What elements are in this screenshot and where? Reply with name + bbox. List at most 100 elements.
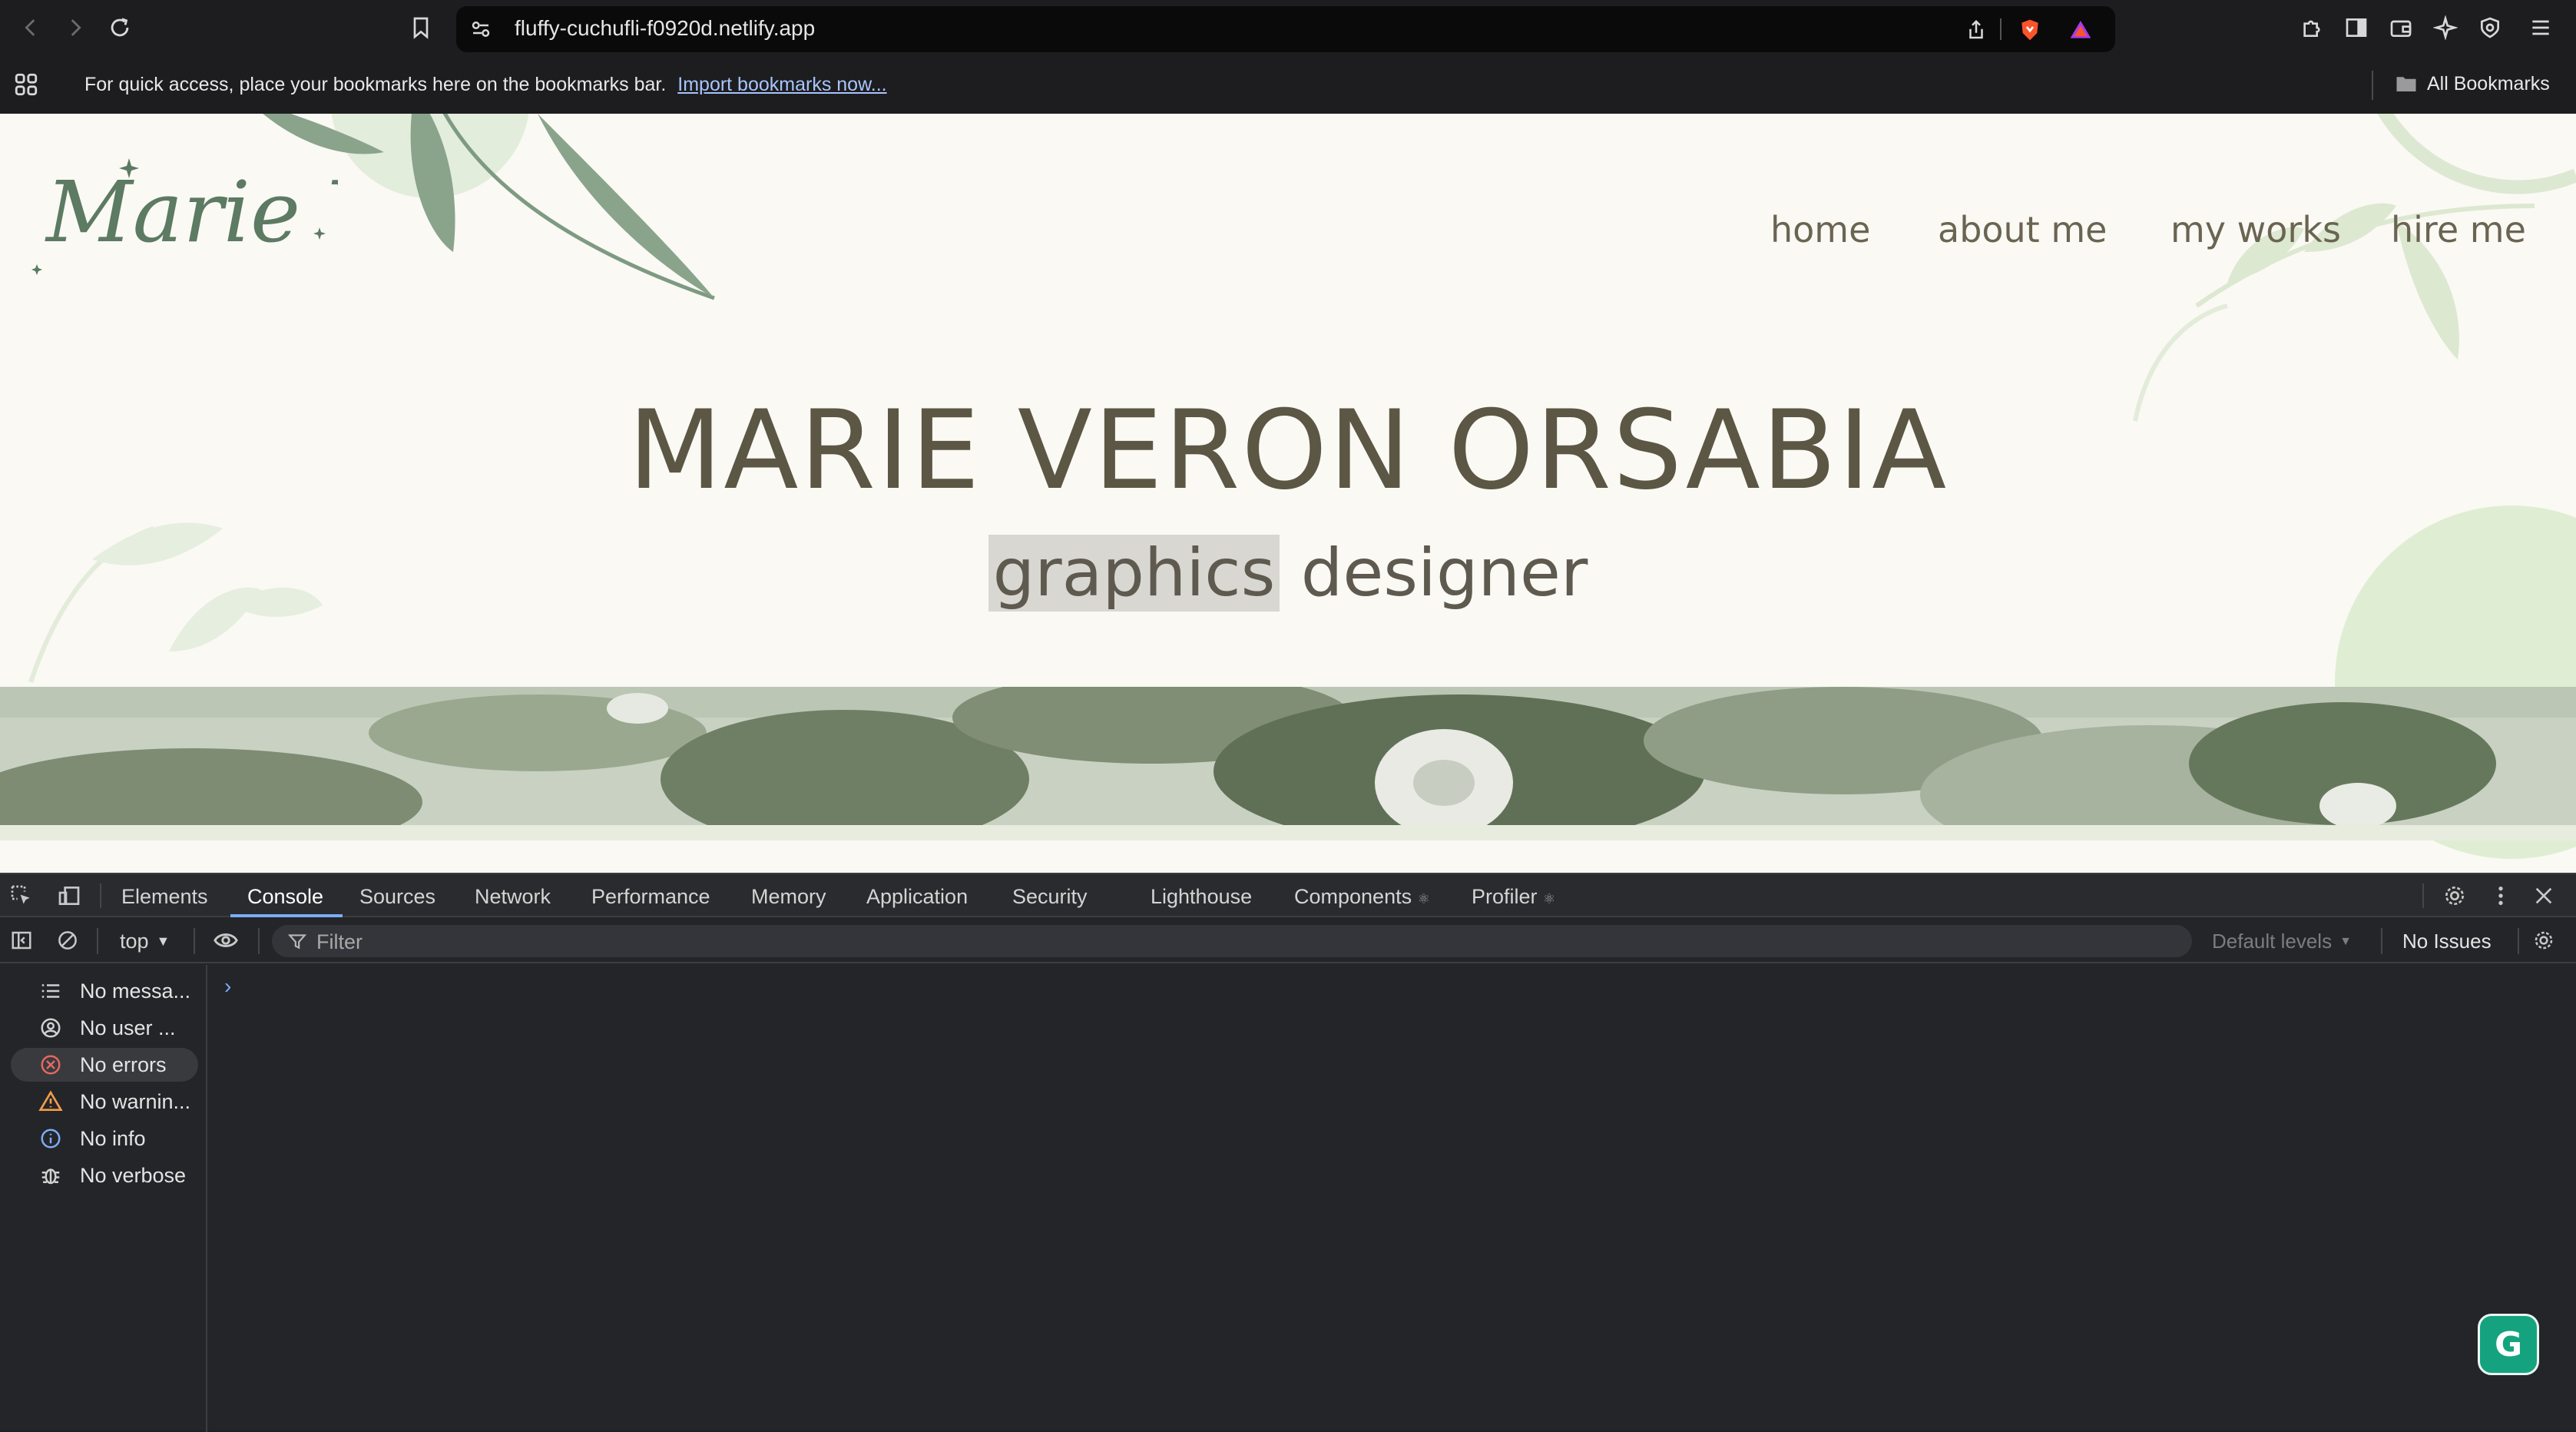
context-label: top: [120, 930, 149, 953]
back-button[interactable]: [14, 11, 48, 45]
all-bookmarks-button[interactable]: All Bookmarks: [2395, 72, 2550, 95]
nav-about-me[interactable]: about me: [1938, 209, 2107, 250]
sidebar-item-label: No warnin...: [80, 1089, 191, 1113]
omnibox-divider: [2000, 18, 2002, 40]
more-options-icon[interactable]: [2485, 880, 2516, 911]
nav-home[interactable]: home: [1770, 209, 1870, 250]
tab-profiler-label: Profiler: [1472, 885, 1538, 908]
user-icon: [35, 1013, 66, 1043]
web-page: Marie V. home about me my works hire me …: [0, 114, 2576, 873]
close-devtools-icon[interactable]: [2528, 880, 2559, 911]
apps-grid-icon[interactable]: [11, 69, 41, 100]
sidebar-icon[interactable]: [2341, 12, 2372, 43]
log-levels-dropdown[interactable]: Default levels ▼: [2212, 930, 2352, 953]
nav-hire-me[interactable]: hire me: [2391, 209, 2526, 250]
share-icon[interactable]: [1962, 15, 1991, 45]
tab-memory[interactable]: Memory: [751, 885, 826, 909]
sidebar-item-errors[interactable]: No errors: [11, 1048, 198, 1082]
live-expression-eye-icon[interactable]: [210, 925, 241, 956]
context-selector[interactable]: top ▼: [120, 930, 170, 953]
bookmark-icon: [413, 17, 429, 39]
address-bar[interactable]: fluffy-cuchufli-f0920d.netlify.app: [456, 6, 2115, 52]
bookmarks-divider: [2372, 71, 2373, 100]
sidebar-item-label: No verbose: [80, 1163, 187, 1187]
devtools-settings-icon[interactable]: [2439, 880, 2470, 911]
menu-icon[interactable]: [2525, 12, 2556, 43]
console-settings-icon[interactable]: [2528, 925, 2559, 956]
devtools-panel: Elements Console Sources Network Perform…: [0, 873, 2576, 1432]
react-icon: ⚛: [1417, 891, 1430, 907]
hero-subtitle: graphics designer: [0, 535, 2576, 612]
toolbar-divider: [258, 928, 260, 954]
reload-button[interactable]: [103, 11, 137, 45]
console-sidebar: No messa... No user ... No errors No war…: [0, 965, 207, 1432]
toolbar-divider: [194, 928, 195, 954]
tab-profiler[interactable]: Profiler ⚛: [1472, 885, 1555, 909]
floral-banner-image: [0, 687, 2576, 840]
leo-ai-icon[interactable]: [2430, 12, 2461, 43]
sidebar-item-verbose[interactable]: No verbose: [11, 1159, 198, 1192]
wallet-icon[interactable]: [2386, 12, 2416, 43]
import-bookmarks-link[interactable]: Import bookmarks now...: [677, 74, 886, 95]
sidebar-item-info[interactable]: No info: [11, 1122, 198, 1155]
tab-lighthouse[interactable]: Lighthouse: [1151, 885, 1252, 909]
react-icon: ⚛: [1543, 891, 1556, 907]
inspect-element-icon[interactable]: [6, 880, 37, 911]
filter-icon: [287, 934, 307, 950]
bookmarks-hint: For quick access, place your bookmarks h…: [84, 74, 887, 96]
tab-sources[interactable]: Sources: [359, 885, 435, 909]
list-icon: [35, 976, 66, 1006]
site-logo[interactable]: Marie V.: [31, 141, 338, 295]
dropdown-arrow-icon: ▼: [2339, 934, 2352, 948]
device-toolbar-icon[interactable]: [54, 880, 84, 911]
toolbar-divider: [97, 928, 98, 954]
tab-divider: [100, 883, 101, 908]
logo-text: Marie V.: [45, 163, 338, 261]
sidebar-item-label: No messa...: [80, 979, 191, 1003]
tab-elements[interactable]: Elements: [121, 885, 208, 909]
console-toolbar: top ▼ Filter Default levels ▼ No Issues: [0, 919, 2576, 963]
dropdown-arrow-icon: ▼: [156, 933, 171, 949]
site-info-icon[interactable]: [467, 15, 495, 43]
tab-console[interactable]: Console: [247, 885, 323, 909]
sidebar-item-warnings[interactable]: No warnin...: [11, 1085, 198, 1119]
brave-rewards-icon[interactable]: [2066, 15, 2095, 45]
sparkle-icon: [31, 264, 42, 275]
filter-placeholder: Filter: [316, 930, 363, 953]
console-prompt[interactable]: ›: [224, 974, 231, 999]
folder-icon: [2396, 77, 2416, 91]
grammarly-button[interactable]: G: [2478, 1314, 2539, 1375]
nav-my-works[interactable]: my works: [2170, 209, 2341, 250]
tab-network[interactable]: Network: [475, 885, 551, 909]
active-tab-indicator: [230, 914, 343, 917]
reload-icon: [111, 18, 129, 37]
sidebar-item-user-messages[interactable]: No user ...: [11, 1011, 198, 1045]
brave-shields-icon[interactable]: [2015, 15, 2045, 45]
filter-input[interactable]: Filter: [272, 925, 2192, 957]
forward-button[interactable]: [58, 11, 92, 45]
tab-components[interactable]: Components ⚛: [1294, 885, 1430, 909]
grammarly-icon: G: [2494, 1324, 2523, 1364]
sidebar-item-messages[interactable]: No messa...: [11, 974, 198, 1008]
vpn-shield-icon[interactable]: [2475, 12, 2505, 43]
subtitle-highlight: graphics: [988, 535, 1280, 612]
tab-performance[interactable]: Performance: [591, 885, 710, 909]
extensions-icon[interactable]: [2296, 12, 2327, 43]
all-bookmarks-label: All Bookmarks: [2427, 72, 2550, 94]
toggle-sidebar-icon[interactable]: [6, 925, 37, 956]
sidebar-item-label: No user ...: [80, 1016, 176, 1039]
tab-application[interactable]: Application: [866, 885, 968, 909]
bookmark-page-button[interactable]: [404, 11, 438, 45]
clear-console-icon[interactable]: [52, 925, 83, 956]
bookmarks-bar: For quick access, place your bookmarks h…: [0, 57, 2576, 114]
info-icon: [35, 1123, 66, 1154]
devtools-tab-bar: Elements Console Sources Network Perform…: [0, 874, 2576, 917]
toolbar-divider: [2518, 928, 2519, 954]
browser-toolbar: fluffy-cuchufli-f0920d.netlify.app: [0, 0, 2576, 57]
tab-components-label: Components: [1294, 885, 1412, 908]
issues-counter[interactable]: No Issues: [2402, 930, 2492, 953]
bug-icon: [35, 1160, 66, 1191]
tab-security[interactable]: Security: [1012, 885, 1088, 909]
warning-icon: [35, 1086, 66, 1117]
url-text: fluffy-cuchufli-f0920d.netlify.app: [515, 16, 816, 40]
